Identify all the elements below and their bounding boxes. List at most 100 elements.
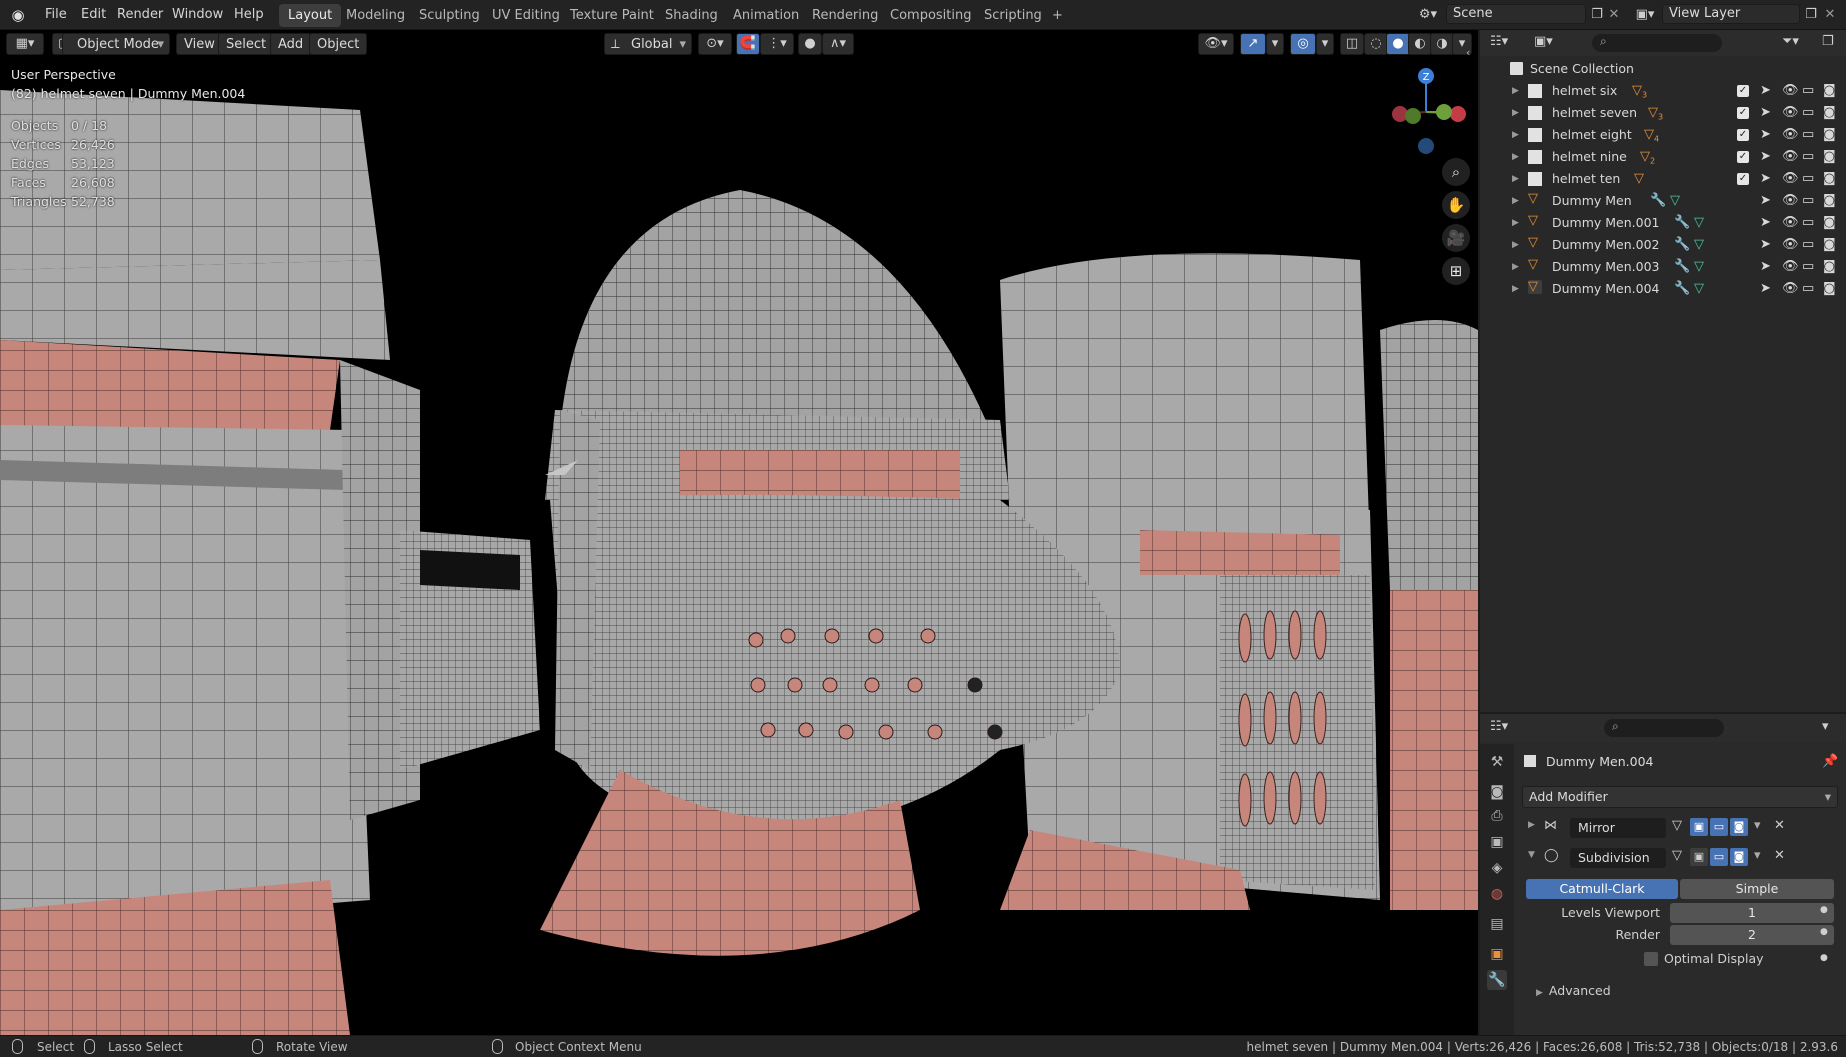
expand-arrow-icon[interactable]: ▶ [1512, 234, 1519, 256]
outliner-editor-type-icon[interactable]: ☷▾ [1490, 34, 1508, 49]
rendered-shading-icon[interactable]: ◑ [1430, 33, 1454, 55]
render-tab-icon[interactable]: ◙ [1487, 782, 1507, 802]
wireframe-shading-icon[interactable]: ◌ [1364, 33, 1388, 55]
overlays-toggle-icon[interactable]: ◎ [1290, 33, 1316, 55]
selectable-arrow-icon[interactable]: ➤ [1760, 256, 1771, 278]
render-levels-field[interactable]: 2 [1670, 925, 1834, 945]
outliner-item[interactable]: ▶ helmet ten ▽ ✓ ➤ 👁 ▭ ◙ [1480, 168, 1846, 190]
catmull-clark-button[interactable]: Catmull-Clark [1526, 879, 1678, 899]
selectable-arrow-icon[interactable]: ➤ [1760, 168, 1771, 190]
keyframe-dot-icon[interactable]: ● [1820, 927, 1828, 937]
menu-file[interactable]: File [37, 5, 75, 25]
outliner-item[interactable]: ▶ helmet eight ▽4 ✓ ➤ 👁 ▭ ◙ [1480, 124, 1846, 146]
outliner-item[interactable]: ▶ helmet seven ▽3 ✓ ➤ 👁 ▭ ◙ [1480, 102, 1846, 124]
eye-icon[interactable]: 👁 [1782, 80, 1799, 102]
edit-mode-toggle-icon[interactable]: ▽ [1672, 818, 1682, 833]
camera-icon[interactable]: ◙ [1823, 146, 1836, 168]
output-tab-icon[interactable]: ⎙ [1487, 806, 1507, 826]
new-view-layer-icon[interactable]: ❐ [1802, 5, 1820, 25]
viewport-toggle-icon[interactable]: ▭ [1710, 818, 1728, 836]
menu-help[interactable]: Help [226, 5, 272, 25]
edit-mode-toggle-icon[interactable]: ▽ [1672, 848, 1682, 863]
exclude-checkbox[interactable]: ✓ [1737, 173, 1749, 185]
monitor-icon[interactable]: ▭ [1802, 212, 1814, 234]
close-icon[interactable]: ✕ [1774, 818, 1785, 833]
view-layer-tab-icon[interactable]: ▣ [1487, 832, 1507, 852]
tab-layout[interactable]: Layout [279, 4, 342, 27]
display-mode-icon[interactable]: ▣▾ [1534, 34, 1553, 49]
blender-logo-icon[interactable]: ◉ [8, 5, 28, 25]
tab-compositing[interactable]: Compositing [881, 4, 981, 27]
expand-arrow-icon[interactable]: ▶ [1528, 820, 1535, 830]
selectable-arrow-icon[interactable]: ➤ [1760, 102, 1771, 124]
menu-view[interactable]: View [176, 33, 223, 55]
3d-viewport[interactable] [0, 30, 1478, 1035]
monitor-icon[interactable]: ▭ [1802, 190, 1814, 212]
keyframe-dot-icon[interactable]: ● [1820, 953, 1828, 963]
object-tab-icon[interactable]: ▣ [1487, 944, 1507, 964]
close-icon[interactable]: ✕ [1774, 848, 1785, 863]
monitor-icon[interactable]: ▭ [1802, 146, 1814, 168]
render-toggle-icon[interactable]: ◙ [1730, 818, 1748, 836]
snap-toggle-icon[interactable]: 🧲 [736, 33, 760, 55]
viewport-scene[interactable] [0, 30, 1478, 1035]
material-shading-icon[interactable]: ◐ [1408, 33, 1432, 55]
collapse-arrow-icon[interactable]: ▼ [1528, 850, 1535, 860]
outliner-item[interactable]: ▶ helmet six ▽3 ✓ ➤ 👁 ▭ ◙ [1480, 80, 1846, 102]
selectable-arrow-icon[interactable]: ➤ [1760, 212, 1771, 234]
xray-toggle-icon[interactable]: ◫ [1340, 33, 1364, 55]
eye-icon[interactable]: 👁 [1782, 278, 1799, 300]
selectable-arrow-icon[interactable]: ➤ [1760, 278, 1771, 300]
eye-icon[interactable]: 👁 [1782, 190, 1799, 212]
tool-tab-icon[interactable]: ⚒ [1487, 752, 1507, 772]
expand-arrow-icon[interactable]: ▶ [1512, 278, 1519, 300]
eye-icon[interactable]: 👁 [1782, 124, 1799, 146]
cage-toggle-icon[interactable]: ▣ [1690, 848, 1708, 866]
properties-search-input[interactable]: ⌕ [1604, 719, 1724, 737]
monitor-icon[interactable]: ▭ [1802, 278, 1814, 300]
eye-icon[interactable]: 👁 [1782, 256, 1799, 278]
eye-icon[interactable]: 👁 [1782, 102, 1799, 124]
eye-icon[interactable]: 👁 [1782, 168, 1799, 190]
exclude-checkbox[interactable]: ✓ [1737, 129, 1749, 141]
mode-dropdown[interactable]: Object Mode ▾ [62, 33, 170, 55]
optimal-display-checkbox[interactable] [1644, 952, 1658, 966]
expand-arrow-icon[interactable]: ▶ [1512, 124, 1519, 146]
proportional-edit-icon[interactable]: ● [798, 33, 822, 55]
editor-type-icon[interactable]: ▦▾ [6, 33, 44, 55]
modifier-subdivision[interactable]: ▼ ◯ Subdivision ▽ ▣ ▭ ◙ ▾ ✕ [1522, 846, 1838, 870]
world-tab-icon[interactable]: ◍ [1487, 884, 1507, 904]
selectable-arrow-icon[interactable]: ➤ [1760, 190, 1771, 212]
modifier-name-field[interactable]: Mirror [1570, 818, 1666, 838]
chevron-down-icon[interactable]: ▾ [1316, 33, 1334, 55]
eye-icon[interactable]: 👁 [1782, 234, 1799, 256]
tab-scripting[interactable]: Scripting [975, 4, 1051, 27]
camera-icon[interactable]: ◙ [1823, 190, 1836, 212]
menu-select[interactable]: Select [218, 33, 275, 55]
chevron-down-icon[interactable]: ▾ [1266, 33, 1284, 55]
delete-view-layer-icon[interactable]: ✕ [1822, 5, 1838, 25]
camera-icon[interactable]: ◙ [1823, 212, 1836, 234]
expand-arrow-icon[interactable]: ▶ [1512, 102, 1519, 124]
orientation-dropdown[interactable]: ⟂ Global ▾ [604, 33, 692, 55]
monitor-icon[interactable]: ▭ [1802, 124, 1814, 146]
exclude-checkbox[interactable]: ✓ [1737, 151, 1749, 163]
menu-edit[interactable]: Edit [73, 5, 114, 25]
viewport-toggle-icon[interactable]: ▭ [1710, 848, 1728, 866]
keyframe-dot-icon[interactable]: ● [1820, 905, 1828, 915]
outliner-item[interactable]: ▶ ▽ Dummy Men 🔧 ▽ ➤ 👁 ▭ ◙ [1480, 190, 1846, 212]
simple-button[interactable]: Simple [1680, 879, 1834, 899]
levels-viewport-field[interactable]: 1 [1670, 903, 1834, 923]
monitor-icon[interactable]: ▭ [1802, 80, 1814, 102]
selectable-arrow-icon[interactable]: ➤ [1760, 124, 1771, 146]
new-scene-icon[interactable]: ❐ [1588, 5, 1606, 25]
camera-icon[interactable]: ◙ [1823, 102, 1836, 124]
exclude-checkbox[interactable]: ✓ [1737, 107, 1749, 119]
expand-arrow-icon[interactable]: ▶ [1512, 146, 1519, 168]
tab-animation[interactable]: Animation [724, 4, 808, 27]
snap-target-icon[interactable]: ⋮▾ [760, 33, 794, 55]
menu-window[interactable]: Window [164, 5, 231, 25]
tab-shading[interactable]: Shading [656, 4, 727, 27]
expand-arrow-icon[interactable]: ▶ [1512, 190, 1519, 212]
delete-scene-icon[interactable]: ✕ [1606, 5, 1622, 25]
